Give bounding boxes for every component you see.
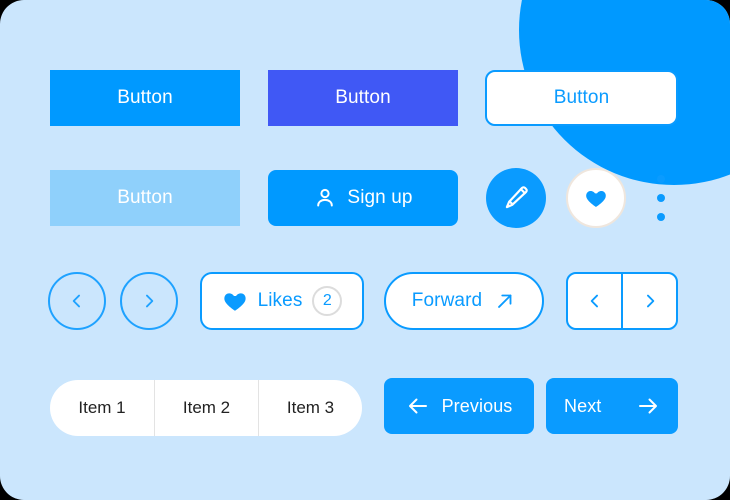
forward-button[interactable]: Forward <box>384 272 544 330</box>
likes-button[interactable]: Likes 2 <box>200 272 364 330</box>
next-button[interactable]: Next <box>546 378 678 434</box>
three-dots-vertical-icon <box>657 175 665 183</box>
likes-button-label: Likes <box>257 290 303 311</box>
segment-item-1[interactable]: Item 1 <box>50 380 154 436</box>
dot-middle <box>657 194 665 202</box>
sign-up-button[interactable]: Sign up <box>268 170 458 226</box>
sign-up-button-label: Sign up <box>347 187 413 208</box>
arrow-left-icon <box>406 394 430 418</box>
likes-count-badge: 2 <box>312 286 343 316</box>
primary-button[interactable]: Button <box>50 70 240 126</box>
pencil-icon <box>503 185 529 211</box>
previous-button-label: Previous <box>441 395 513 416</box>
user-icon <box>313 186 337 210</box>
previous-button[interactable]: Previous <box>384 378 534 434</box>
arrow-right-icon <box>636 394 660 418</box>
arrow-up-right-icon <box>494 290 516 312</box>
dot-bottom <box>657 213 665 221</box>
disabled-button: Button <box>50 170 240 226</box>
ui-kit-canvas: Button Button Button Button Sign up Like… <box>0 0 730 500</box>
forward-button-label: Forward <box>411 290 483 311</box>
primary-button-label: Button <box>117 87 173 108</box>
split-next-button[interactable] <box>621 274 676 328</box>
next-button-label: Next <box>564 395 602 416</box>
outline-button-label: Button <box>553 87 610 108</box>
edit-button[interactable] <box>486 168 546 228</box>
chevron-right-icon <box>640 291 660 311</box>
indigo-button[interactable]: Button <box>268 70 458 126</box>
segment-item-3[interactable]: Item 3 <box>258 380 362 436</box>
heart-icon <box>584 186 608 210</box>
component-layer: Button Button Button Button Sign up Like… <box>0 0 730 500</box>
chevron-left-icon <box>585 291 605 311</box>
segmented-control: Item 1 Item 2 Item 3 <box>50 380 362 436</box>
more-options-button[interactable] <box>652 175 670 221</box>
favorite-button[interactable] <box>566 168 626 228</box>
split-previous-button[interactable] <box>568 274 621 328</box>
heart-icon <box>222 288 248 314</box>
segment-item-2[interactable]: Item 2 <box>154 380 258 436</box>
circle-previous-button[interactable] <box>48 272 106 330</box>
disabled-button-label: Button <box>117 187 173 208</box>
chevron-right-icon <box>139 291 159 311</box>
indigo-button-label: Button <box>335 87 391 108</box>
outline-button[interactable]: Button <box>485 70 678 126</box>
circle-next-button[interactable] <box>120 272 178 330</box>
split-pager <box>566 272 678 330</box>
chevron-left-icon <box>67 291 87 311</box>
